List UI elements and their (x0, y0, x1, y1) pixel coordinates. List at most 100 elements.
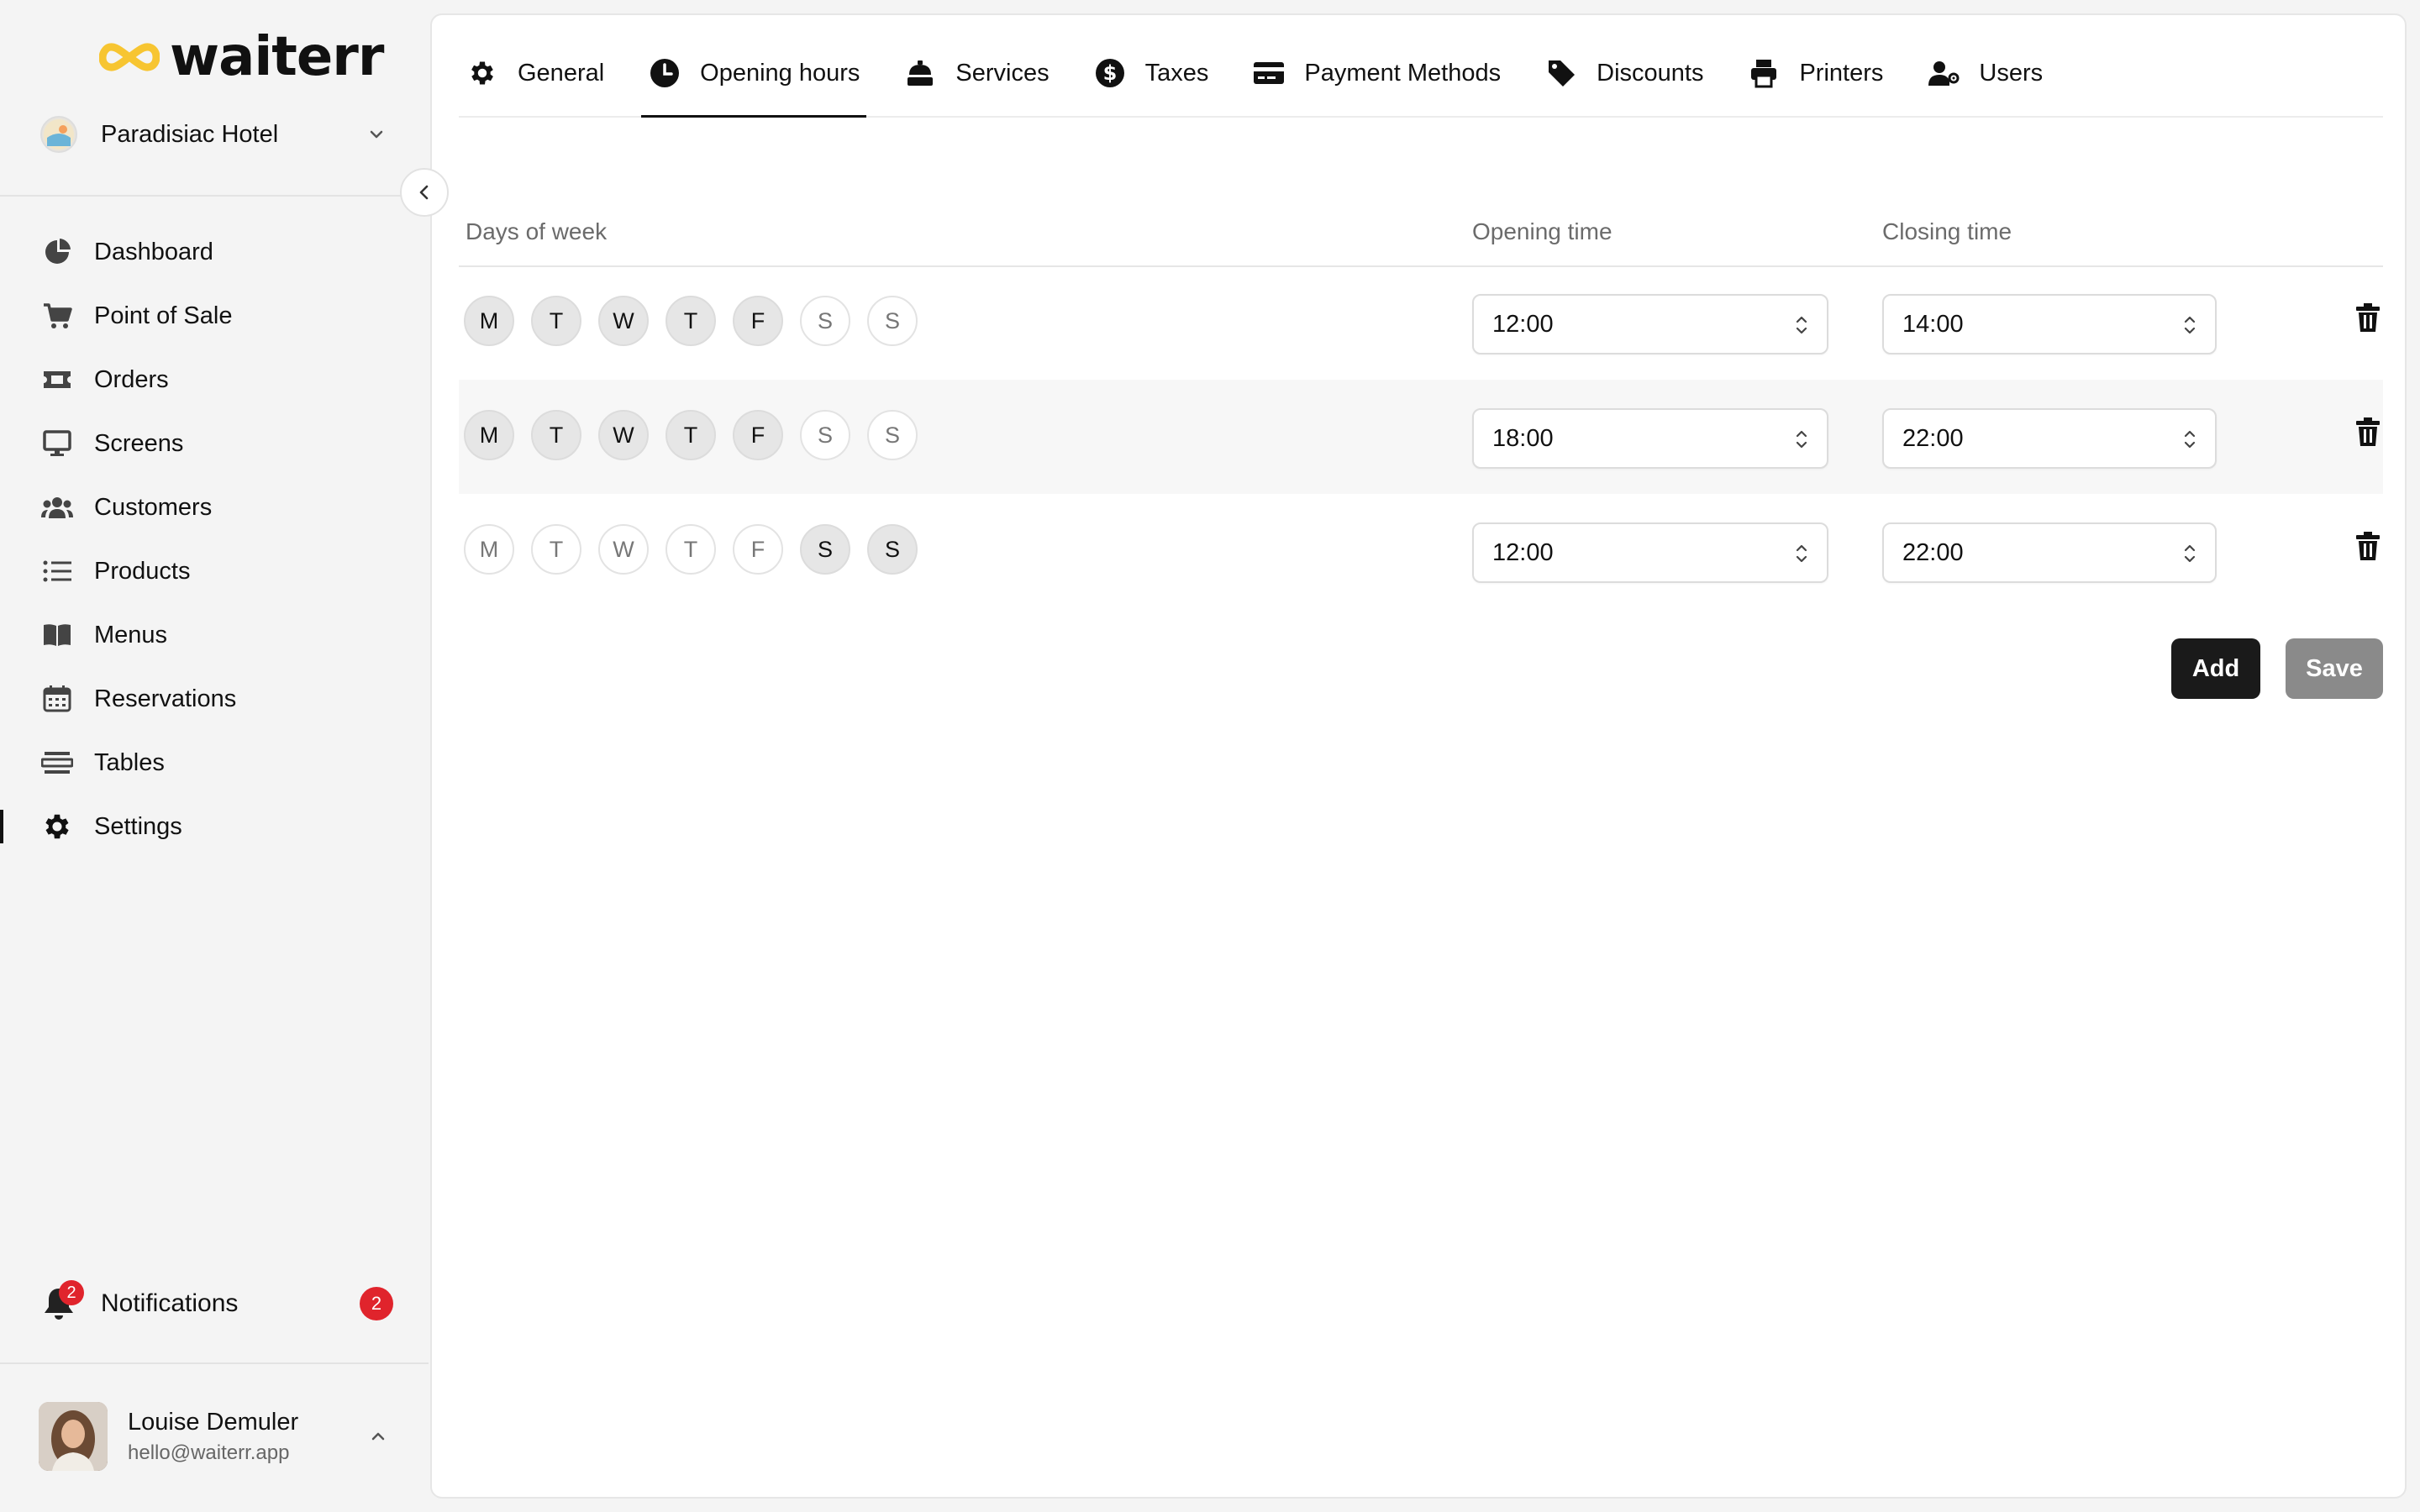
day-toggle-monday[interactable]: M (464, 410, 514, 460)
sidebar-item-screens[interactable]: Screens (0, 412, 429, 475)
opening-time-select[interactable]: 12:00 (1472, 294, 1828, 354)
svg-text:$: $ (1102, 61, 1117, 85)
sidebar-item-label: Orders (94, 365, 169, 393)
day-toggle-sunday[interactable]: S (867, 296, 918, 346)
up-down-chevron-icon (1796, 316, 1807, 334)
sidebar-item-reservations[interactable]: Reservations (0, 667, 429, 731)
day-toggle-friday[interactable]: F (733, 296, 783, 346)
calendar-icon (40, 682, 74, 716)
sidebar-item-label: Customers (94, 493, 213, 521)
table-header: Days of week Opening time Closing time (459, 195, 2383, 267)
avatar (39, 1402, 108, 1471)
list-icon (40, 554, 74, 588)
brand-logo[interactable]: waiterr (99, 26, 384, 88)
user-menu[interactable]: Louise Demuler hello@waiterr.app (39, 1401, 395, 1472)
day-toggle-thursday[interactable]: T (666, 296, 716, 346)
sidebar-item-label: Tables (94, 748, 165, 776)
column-header-closing: Closing time (1882, 218, 2012, 244)
sidebar-item-orders[interactable]: Orders (0, 348, 429, 412)
opening-time-select[interactable]: 18:00 (1472, 408, 1828, 469)
add-button[interactable]: Add (2171, 638, 2260, 699)
tag-icon (1544, 56, 1578, 90)
day-toggle-wednesday[interactable]: W (598, 524, 649, 575)
table-row: M T W T F S S 12:00 14:00 (459, 265, 2383, 380)
sidebar-item-dashboard[interactable]: Dashboard (0, 220, 429, 284)
day-toggle-saturday[interactable]: S (800, 524, 850, 575)
sidebar-item-label: Menus (94, 621, 168, 648)
printer-icon (1747, 56, 1781, 90)
clock-icon (648, 56, 681, 90)
sidebar-item-point-of-sale[interactable]: Point of Sale (0, 284, 429, 348)
pie-chart-icon (40, 235, 74, 269)
up-down-chevron-icon (2184, 316, 2196, 334)
save-button[interactable]: Save (2286, 638, 2383, 699)
dollar-icon: $ (1093, 56, 1127, 90)
tab-label: Users (1979, 59, 2044, 87)
day-selector: M T W T F S S (464, 410, 934, 460)
logo-icon (99, 43, 160, 71)
day-toggle-thursday[interactable]: T (666, 410, 716, 460)
table-icon (40, 746, 74, 780)
day-toggle-friday[interactable]: F (733, 410, 783, 460)
hotel-selector[interactable]: Paradisiac Hotel (40, 113, 393, 156)
day-selector: M T W T F S S (464, 524, 934, 575)
closing-time-value: 22:00 (1902, 424, 1964, 452)
sidebar-item-customers[interactable]: Customers (0, 475, 429, 539)
notifications-button[interactable]: 2 Notifications 2 (40, 1277, 393, 1331)
sidebar-nav: Dashboard Point of Sale Orders Screens C… (0, 220, 429, 858)
hotel-avatar (40, 116, 77, 153)
tab-discounts[interactable]: Discounts (1538, 30, 1710, 116)
tab-taxes[interactable]: $ Taxes (1086, 30, 1216, 116)
users-group-icon (40, 491, 74, 524)
opening-time-select[interactable]: 12:00 (1472, 522, 1828, 583)
credit-card-icon (1252, 56, 1286, 90)
day-toggle-thursday[interactable]: T (666, 524, 716, 575)
day-toggle-tuesday[interactable]: T (531, 296, 581, 346)
tab-label: Taxes (1144, 59, 1209, 87)
cart-icon (40, 299, 74, 333)
tab-label: Payment Methods (1304, 59, 1502, 87)
tab-users[interactable]: Users (1920, 30, 2049, 116)
opening-time-value: 18:00 (1492, 424, 1554, 452)
day-toggle-sunday[interactable]: S (867, 410, 918, 460)
closing-time-value: 22:00 (1902, 538, 1964, 566)
delete-row-button[interactable] (2353, 415, 2383, 449)
tab-printers[interactable]: Printers (1740, 30, 1890, 116)
sidebar-item-settings[interactable]: Settings (0, 795, 429, 858)
sidebar-item-label: Dashboard (94, 238, 213, 265)
day-toggle-tuesday[interactable]: T (531, 410, 581, 460)
up-down-chevron-icon (1796, 544, 1807, 563)
trash-icon (2356, 303, 2380, 332)
delete-row-button[interactable] (2353, 529, 2383, 563)
notification-dot-badge: 2 (59, 1280, 84, 1305)
day-toggle-monday[interactable]: M (464, 524, 514, 575)
table-row: M T W T F S S 18:00 22:00 (459, 380, 2383, 494)
tab-label: Opening hours (700, 59, 860, 87)
sidebar-collapse-button[interactable] (400, 168, 449, 217)
day-toggle-sunday[interactable]: S (867, 524, 918, 575)
day-toggle-wednesday[interactable]: W (598, 410, 649, 460)
day-toggle-tuesday[interactable]: T (531, 524, 581, 575)
day-toggle-wednesday[interactable]: W (598, 296, 649, 346)
bell-icon: 2 (40, 1280, 84, 1322)
tab-opening-hours[interactable]: Opening hours (641, 30, 867, 118)
day-toggle-friday[interactable]: F (733, 524, 783, 575)
closing-time-select[interactable]: 22:00 (1882, 522, 2217, 583)
day-toggle-monday[interactable]: M (464, 296, 514, 346)
notifications-count-badge: 2 (360, 1287, 393, 1320)
tab-general[interactable]: General (459, 30, 611, 116)
day-toggle-saturday[interactable]: S (800, 410, 850, 460)
day-toggle-saturday[interactable]: S (800, 296, 850, 346)
sidebar-item-label: Screens (94, 429, 184, 457)
closing-time-select[interactable]: 22:00 (1882, 408, 2217, 469)
chevron-down-icon (360, 118, 393, 151)
sidebar-item-menus[interactable]: Menus (0, 603, 429, 667)
delete-row-button[interactable] (2353, 301, 2383, 334)
sidebar-item-tables[interactable]: Tables (0, 731, 429, 795)
tab-services[interactable]: Services (897, 30, 1055, 116)
chevron-left-icon (419, 185, 429, 200)
closing-time-select[interactable]: 14:00 (1882, 294, 2217, 354)
services-icon (903, 56, 937, 90)
tab-payment-methods[interactable]: Payment Methods (1245, 30, 1507, 116)
sidebar-item-products[interactable]: Products (0, 539, 429, 603)
